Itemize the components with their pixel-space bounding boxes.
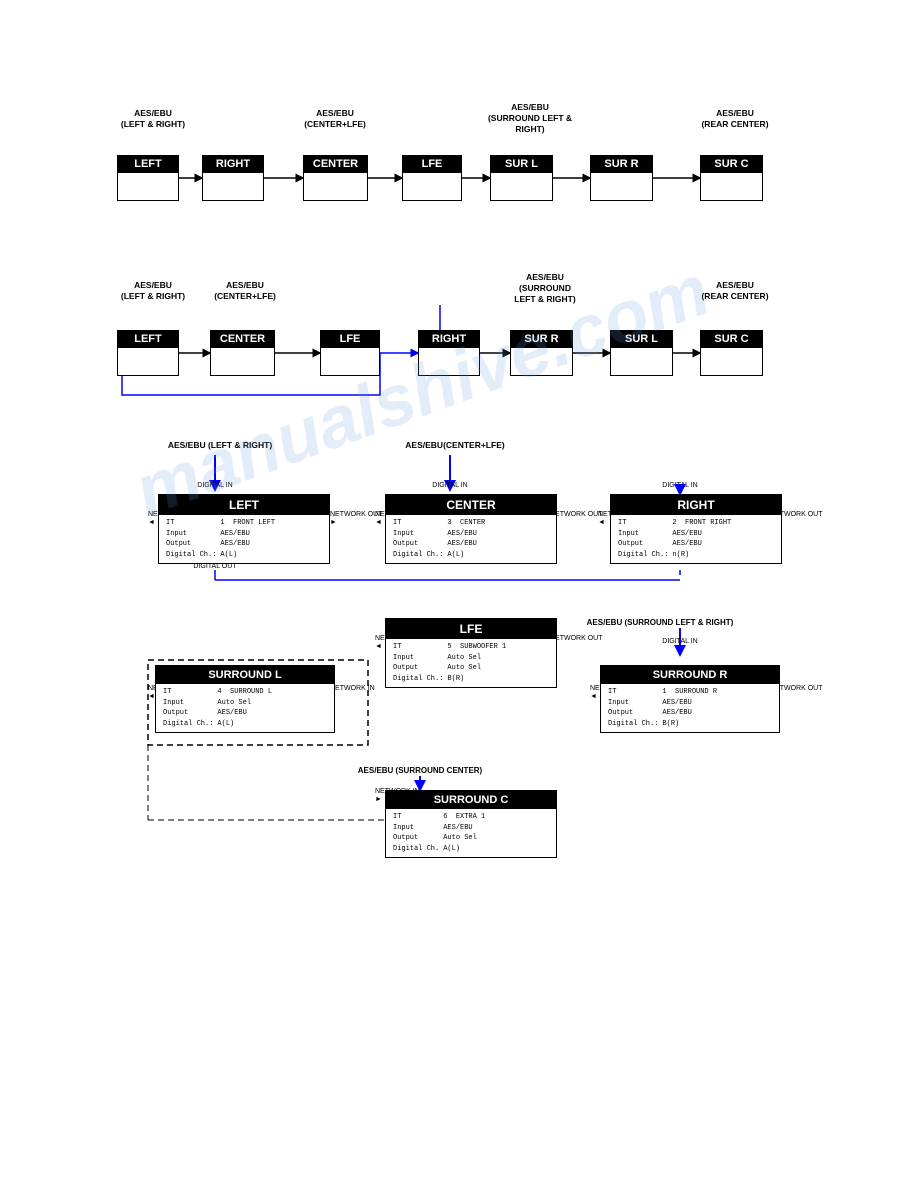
- r2-left-box: LEFT: [117, 330, 179, 376]
- r2-center-label: CENTER: [211, 331, 274, 347]
- r1-surC-box: SUR C: [700, 155, 763, 201]
- label-bottom-center: AES/EBU(CENTER+LFE): [395, 440, 515, 451]
- right-detail-box: RIGHT IT2 FRONT RIGHT InputAES/EBU Outpu…: [610, 494, 782, 564]
- center-detail-header: CENTER: [386, 495, 556, 515]
- label-r2-rear: AES/EBU(REAR CENTER): [690, 280, 780, 302]
- r1-surR-label: SUR R: [591, 156, 652, 172]
- svg-text:DIGITAL IN: DIGITAL IN: [662, 638, 697, 645]
- r1-right-box: RIGHT: [202, 155, 264, 201]
- svg-text:◄: ◄: [598, 519, 605, 526]
- svg-text:◄: ◄: [375, 519, 382, 526]
- svg-text:►: ►: [330, 519, 337, 526]
- surroundC-detail-box: SURROUND C IT6 EXTRA 1 InputAES/EBU Outp…: [385, 790, 557, 858]
- r1-left-box: LEFT: [117, 155, 179, 201]
- svg-text:DIGITAL IN: DIGITAL IN: [197, 482, 232, 489]
- svg-text:◄: ◄: [148, 693, 155, 700]
- r1-surR-box: SUR R: [590, 155, 653, 201]
- r2-right-label: RIGHT: [419, 331, 479, 347]
- r2-surL-box: SUR L: [610, 330, 673, 376]
- label-r2-surround: AES/EBU(SURROUNDLEFT & RIGHT): [490, 272, 600, 305]
- svg-text:DIGITAL IN: DIGITAL IN: [432, 482, 467, 489]
- label-r1-left-right: AES/EBU(LEFT & RIGHT): [108, 108, 198, 130]
- svg-text:◄: ◄: [375, 643, 382, 650]
- surroundR-detail-body: IT1 SURROUND R InputAES/EBU OutputAES/EB…: [601, 684, 779, 732]
- surroundC-detail-body: IT6 EXTRA 1 InputAES/EBU OutputAuto Sel …: [386, 809, 556, 857]
- label-r2-left-right: AES/EBU(LEFT & RIGHT): [108, 280, 198, 302]
- r1-left-label: LEFT: [118, 156, 178, 172]
- svg-text:NETWORK IN: NETWORK IN: [330, 685, 375, 692]
- r2-lfe-label: LFE: [321, 331, 379, 347]
- label-bottom-left: AES/EBU (LEFT & RIGHT): [160, 440, 280, 451]
- svg-text:AES/EBU (SURROUND LEFT & RIGHT: AES/EBU (SURROUND LEFT & RIGHT): [587, 618, 734, 627]
- label-r2-center-lfe: AES/EBU(CENTER+LFE): [200, 280, 290, 302]
- r1-surC-label: SUR C: [701, 156, 762, 172]
- svg-text:NETWORK OUT: NETWORK OUT: [550, 511, 603, 518]
- center-detail-box: CENTER IT3 CENTER InputAES/EBU OutputAES…: [385, 494, 557, 564]
- center-detail-body: IT3 CENTER InputAES/EBU OutputAES/EBU Di…: [386, 515, 556, 563]
- r2-surR-label: SUR R: [511, 331, 572, 347]
- label-r1-surround: AES/EBU(SURROUND LEFT & RIGHT): [475, 102, 585, 135]
- svg-text:NETWORK OUT: NETWORK OUT: [330, 511, 383, 518]
- r1-lfe-box: LFE: [402, 155, 462, 201]
- surroundL-detail-body: IT4 SURROUND L InputAuto Sel OutputAES/E…: [156, 684, 334, 732]
- r2-lfe-box: LFE: [320, 330, 380, 376]
- surroundR-detail-header: SURROUND R: [601, 666, 779, 684]
- svg-text:DIGITAL IN: DIGITAL IN: [662, 482, 697, 489]
- r1-center-box: CENTER: [303, 155, 368, 201]
- r1-right-label: RIGHT: [203, 156, 263, 172]
- surroundL-detail-header: SURROUND L: [156, 666, 334, 684]
- r2-surR-box: SUR R: [510, 330, 573, 376]
- r1-surL-box: SUR L: [490, 155, 553, 201]
- r2-surC-box: SUR C: [700, 330, 763, 376]
- lfe-detail-box: LFE IT5 SUBWOOFER 1 InputAuto Sel Output…: [385, 618, 557, 688]
- r2-surC-label: SUR C: [701, 331, 762, 347]
- surroundL-detail-box: SURROUND L IT4 SURROUND L InputAuto Sel …: [155, 665, 335, 733]
- diagram-container: manualshive.com: [0, 0, 918, 1188]
- r2-right-box: RIGHT: [418, 330, 480, 376]
- svg-text:◄: ◄: [590, 693, 597, 700]
- svg-text:DIGITAL OUT: DIGITAL OUT: [193, 563, 237, 570]
- surroundR-detail-box: SURROUND R IT1 SURROUND R InputAES/EBU O…: [600, 665, 780, 733]
- r2-surL-label: SUR L: [611, 331, 672, 347]
- r2-left-label: LEFT: [118, 331, 178, 347]
- label-r1-rear: AES/EBU(REAR CENTER): [690, 108, 780, 130]
- svg-text:◄: ◄: [148, 519, 155, 526]
- r1-lfe-label: LFE: [403, 156, 461, 172]
- label-r1-center-lfe: AES/EBU(CENTER+LFE): [290, 108, 380, 130]
- svg-text:AES/EBU (SURROUND CENTER): AES/EBU (SURROUND CENTER): [358, 766, 483, 775]
- lfe-detail-body: IT5 SUBWOOFER 1 InputAuto Sel OutputAuto…: [386, 639, 556, 687]
- r1-surL-label: SUR L: [491, 156, 552, 172]
- r2-center-box: CENTER: [210, 330, 275, 376]
- left-detail-body: IT1 FRONT LEFT InputAES/EBU OutputAES/EB…: [159, 515, 329, 563]
- svg-text:NETWORK OUT: NETWORK OUT: [550, 635, 603, 642]
- surroundC-detail-header: SURROUND C: [386, 791, 556, 809]
- left-detail-header: LEFT: [159, 495, 329, 515]
- left-detail-box: LEFT IT1 FRONT LEFT InputAES/EBU OutputA…: [158, 494, 330, 564]
- right-detail-header: RIGHT: [611, 495, 781, 515]
- r1-center-label: CENTER: [304, 156, 367, 172]
- svg-text:►: ►: [375, 796, 382, 803]
- right-detail-body: IT2 FRONT RIGHT InputAES/EBU OutputAES/E…: [611, 515, 781, 563]
- lfe-detail-header: LFE: [386, 619, 556, 639]
